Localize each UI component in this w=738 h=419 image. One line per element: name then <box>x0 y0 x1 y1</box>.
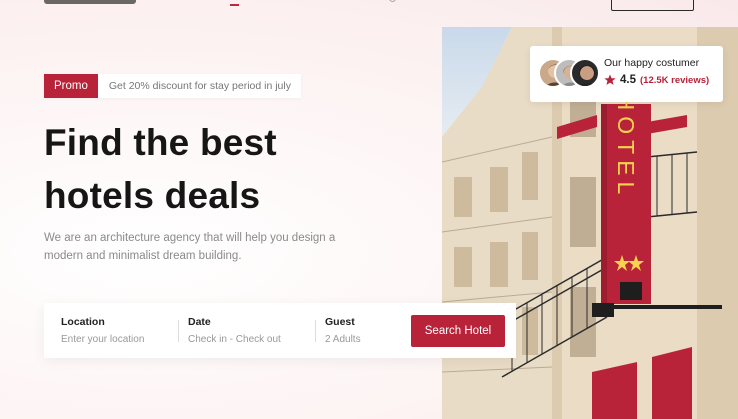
location-field: Location <box>61 303 181 358</box>
guest-field: Guest <box>325 303 405 358</box>
divider <box>178 320 179 342</box>
rating-value: 4.5 <box>620 74 636 86</box>
happy-customer-title: Our happy costumer <box>604 57 700 69</box>
review-count: (12.5K reviews) <box>640 74 710 86</box>
guest-label: Guest <box>325 316 355 328</box>
promo-banner: Promo Get 20% discount for stay period i… <box>44 74 301 98</box>
search-bar: Location Date Guest Search Hotel <box>44 303 516 358</box>
hero-subtext: We are an architecture agency that will … <box>44 232 336 262</box>
happy-customer-card: Our happy costumer 4.5 (12.5K reviews) <box>530 46 723 102</box>
avatar-group <box>538 58 600 90</box>
location-input[interactable] <box>61 334 176 345</box>
date-input[interactable] <box>188 334 303 345</box>
nav-active-indicator <box>230 4 239 6</box>
rating-row: 4.5 (12.5K reviews) <box>604 74 709 86</box>
headline-line-1: Find the best <box>44 122 277 163</box>
search-hotel-button[interactable]: Search Hotel <box>411 315 505 347</box>
nav-icon[interactable] <box>389 0 396 2</box>
date-field: Date <box>188 303 313 358</box>
location-label: Location <box>61 316 105 328</box>
promo-text: Get 20% discount for stay period in july <box>108 80 291 92</box>
star-icon <box>604 74 616 85</box>
page-title: Find the best hotels deals <box>44 116 424 222</box>
headline-line-2: hotels deals <box>44 175 261 216</box>
date-label: Date <box>188 316 211 328</box>
top-nav <box>0 0 738 11</box>
logo[interactable] <box>44 0 136 4</box>
guest-input[interactable] <box>325 334 405 345</box>
nav-button[interactable] <box>611 0 694 11</box>
divider <box>315 320 316 342</box>
avatar <box>570 58 600 88</box>
hotel-sign-text: HOTEL <box>613 94 639 201</box>
promo-tag: Promo <box>44 74 98 98</box>
